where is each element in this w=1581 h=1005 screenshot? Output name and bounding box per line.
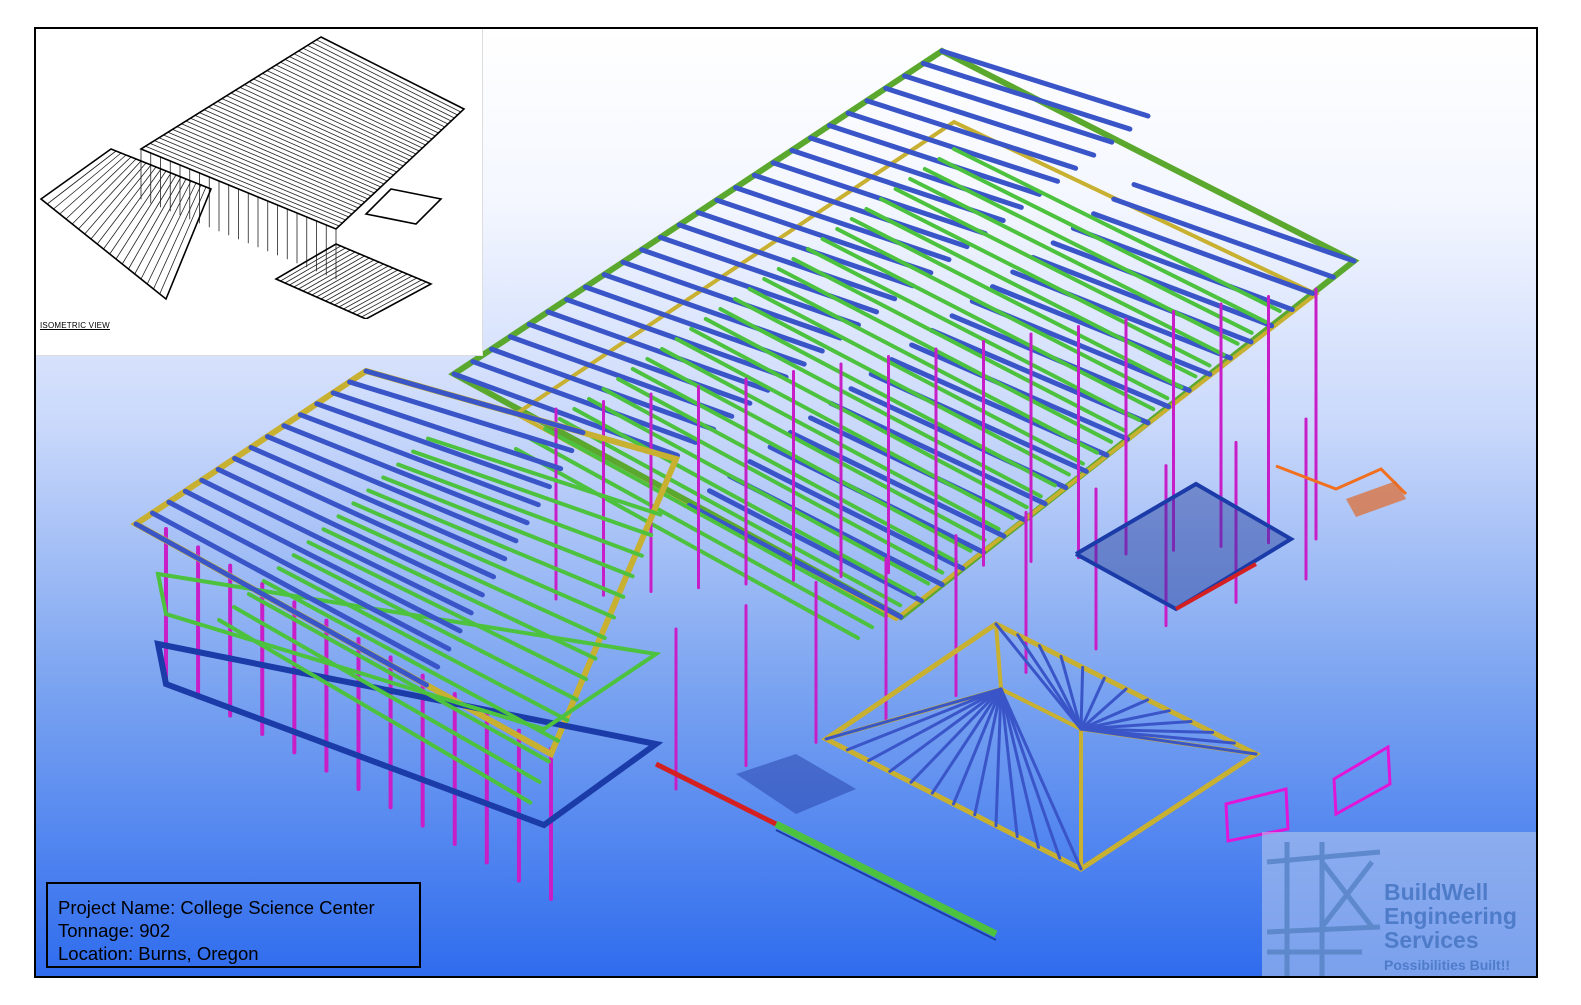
rafter [845,687,1003,752]
wire [253,78,417,155]
rafter [999,687,1040,849]
joist [543,427,889,619]
magenta-rails [1224,744,1392,843]
west-wing-rafters [133,368,663,805]
wire [149,143,343,224]
wire [154,140,347,221]
wire [78,160,142,230]
joist [733,297,1071,477]
joist [776,267,1114,444]
wire [356,279,422,316]
wire [334,269,399,306]
rafter [676,222,898,302]
wire [59,154,127,215]
wire [325,265,389,302]
joist [952,147,1282,313]
wire [361,281,427,318]
wire [302,255,365,292]
wire [316,39,462,113]
company-logo: BuildWell Engineering Services Possibili… [1262,832,1536,976]
wire [103,168,162,250]
steel-frame-logo-icon [1266,842,1381,976]
wire [352,277,418,314]
wire [298,253,361,290]
wire [280,61,436,137]
wire [226,95,398,173]
rafter [920,60,1133,132]
wire [159,186,207,295]
inset-caption: ISOMETRIC VIEW [40,321,110,330]
wire [140,180,192,280]
wire [311,42,459,116]
wire [109,170,167,255]
wire [257,75,420,152]
rafter [281,423,530,526]
wire [244,84,411,161]
wire [280,245,342,282]
wire [96,166,157,245]
wire [343,273,408,310]
wire [90,164,152,240]
wire [302,47,452,122]
logo-line-3: Services [1384,927,1479,953]
wire [329,267,394,304]
wire [239,87,407,164]
wire [235,89,404,167]
wire [65,156,132,220]
rafter [1111,196,1336,280]
logo-line-2: Engineering [1384,903,1517,929]
stair-rail-east [1275,464,1408,517]
wire [71,158,137,225]
rafter [1079,665,1085,731]
wire [53,152,122,210]
wire [307,44,455,119]
wire [298,50,449,125]
wire [311,259,375,296]
logo-tagline: Possibilities Built!! [1384,957,1511,973]
west-wing [130,367,681,829]
project-location: Location: Burns, Oregon [58,943,259,964]
walkway [654,754,998,941]
logo-line-1: BuildWell [1384,879,1489,905]
wire [320,263,384,300]
wire [293,53,446,128]
wire [275,64,433,140]
wire [284,247,346,284]
wire [46,150,117,205]
wire [248,81,414,158]
wire [316,261,380,298]
wire [115,172,172,260]
south-floor-deck [1074,481,1295,612]
wire [289,249,351,286]
logo-wordmark: BuildWell Engineering Services [1384,880,1517,952]
wire [338,271,403,308]
project-tonnage: Tonnage: 902 [58,920,171,941]
project-info-box: Project Name: College Science Center Ton… [46,882,421,968]
rafter [824,687,1003,741]
rafter [787,429,1007,539]
isometric-inset: ISOMETRIC VIEW [36,29,483,356]
project-name: Project Name: College Science Center [58,897,375,918]
joist [937,157,1268,324]
wire [128,176,182,270]
isometric-wireframe [39,36,466,320]
wire [293,251,356,288]
wire [230,92,401,170]
wire [284,58,439,134]
drawing-frame: ISOMETRIC VIEW Project Name: College Sci… [34,27,1538,978]
wire [289,56,443,131]
wire [121,174,177,265]
wire [347,275,413,312]
rafter [347,379,575,454]
canopy-structure [821,621,1262,872]
wire [84,162,147,235]
